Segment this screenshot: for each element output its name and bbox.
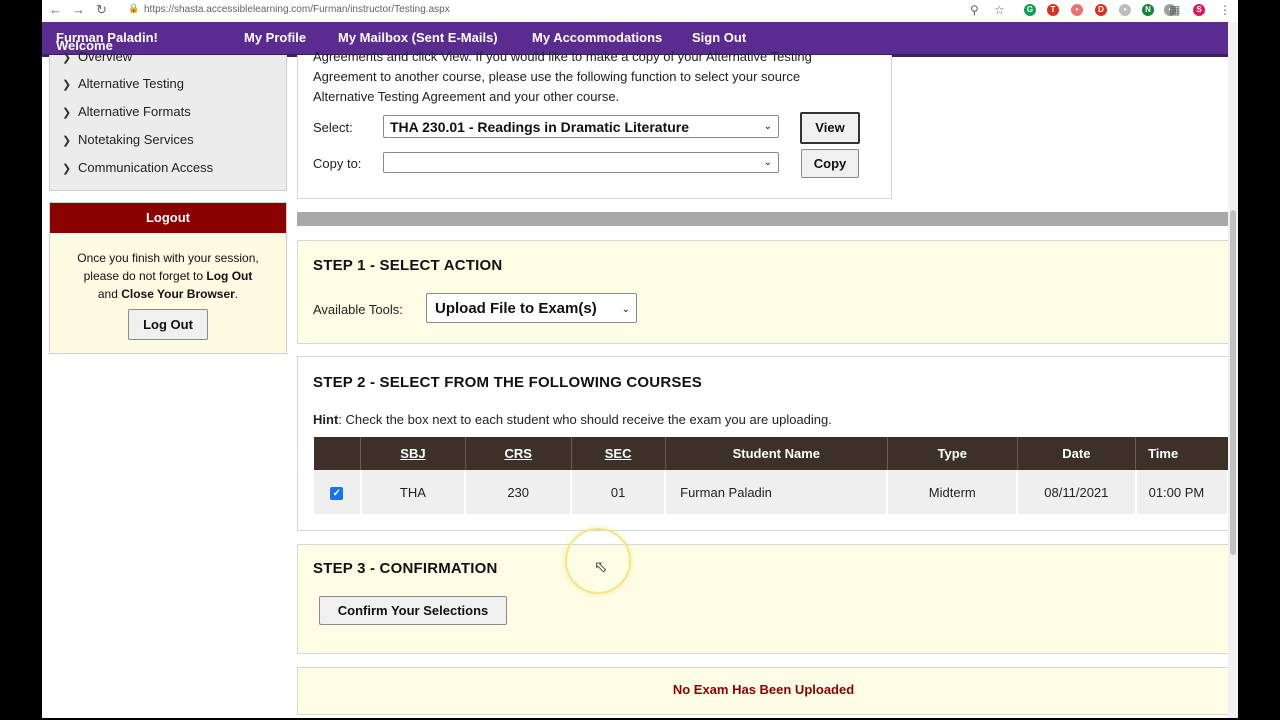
nav-my-profile[interactable]: My Profile bbox=[244, 30, 306, 45]
extension-doc-icon[interactable]: • bbox=[1119, 4, 1131, 16]
chevron-right-icon: ❯ bbox=[62, 163, 72, 175]
extensions-puzzle-icon[interactable]: ▦ bbox=[1169, 3, 1180, 17]
sidebar-menu: ❯ Overview ❯ Alternative Testing ❯ Alternat… bbox=[49, 49, 287, 191]
upload-status-panel: No Exam Has Been Uploaded bbox=[297, 667, 1229, 715]
sidebar-item-alternative-formats[interactable]: ❯ Alternative Formats bbox=[62, 104, 191, 119]
logout-message: Once you finish with your session, pleas… bbox=[77, 251, 259, 301]
chevron-right-icon: ❯ bbox=[62, 79, 72, 91]
section-divider bbox=[297, 212, 1228, 226]
sidebar-item-communication-access[interactable]: ❯ Communication Access bbox=[62, 160, 213, 175]
courses-table: SBJ CRS SEC Student Name Type Date Time … bbox=[314, 437, 1230, 514]
copy-to-label: Copy to: bbox=[313, 156, 362, 171]
hint-text: Hint: Check the box next to each student… bbox=[313, 412, 832, 427]
browser-window: ← → ↻ 🔒 https://shasta.accessiblelearnin… bbox=[42, 0, 1238, 718]
scrollbar-thumb[interactable] bbox=[1230, 210, 1236, 555]
cell-crs: 230 bbox=[465, 470, 573, 514]
cell-type: Midterm bbox=[887, 470, 1019, 514]
mouse-pointer-icon: ⬁ bbox=[594, 559, 608, 576]
chevron-right-icon: ❯ bbox=[62, 107, 72, 119]
nav-sign-out[interactable]: Sign Out bbox=[692, 30, 746, 45]
available-tools-label: Available Tools: bbox=[313, 302, 403, 317]
column-header-select bbox=[314, 437, 362, 470]
browser-menu-icon[interactable]: ⋮ bbox=[1219, 3, 1231, 17]
cell-time: 01:00 PM bbox=[1135, 470, 1230, 514]
sidebar-item-alternative-testing[interactable]: ❯ Alternative Testing bbox=[62, 76, 184, 91]
confirm-selections-button[interactable]: Confirm Your Selections bbox=[319, 596, 507, 625]
chevron-down-icon: ⌄ bbox=[763, 121, 772, 132]
step1-panel: STEP 1 - SELECT ACTION Available Tools: … bbox=[297, 240, 1229, 344]
source-agreement-select[interactable]: THA 230.01 - Readings in Dramatic Litera… bbox=[383, 115, 779, 138]
copy-button[interactable]: Copy bbox=[801, 149, 859, 178]
column-header-time: Time bbox=[1135, 437, 1229, 470]
row-checkbox-checked[interactable]: ✓ bbox=[330, 487, 344, 500]
extension-dp-icon[interactable]: D bbox=[1095, 4, 1107, 16]
agreement-instructions: Agreements and click View. If you would … bbox=[313, 49, 812, 104]
forward-icon[interactable]: → bbox=[72, 2, 85, 17]
column-header-sec[interactable]: SEC bbox=[571, 437, 666, 470]
view-button[interactable]: View bbox=[800, 112, 860, 144]
logout-panel: Logout Once you finish with your session… bbox=[49, 202, 287, 354]
sidebar-item-overview[interactable]: ❯ Overview bbox=[62, 49, 132, 64]
profile-avatar[interactable]: S bbox=[1193, 4, 1205, 16]
step2-panel: STEP 2 - SELECT FROM THE FOLLOWING COURS… bbox=[297, 356, 1230, 531]
column-header-sbj[interactable]: SBJ bbox=[360, 437, 466, 470]
sidebar-item-notetaking-services[interactable]: ❯ Notetaking Services bbox=[62, 132, 194, 147]
address-bar[interactable]: https://shasta.accessiblelearning.com/Fu… bbox=[144, 4, 450, 15]
log-out-button[interactable]: Log Out bbox=[128, 309, 208, 340]
column-header-date: Date bbox=[1017, 437, 1137, 470]
chevron-down-icon: ⌄ bbox=[763, 157, 772, 168]
cell-date: 08/11/2021 bbox=[1017, 470, 1137, 514]
extension-g-icon[interactable]: G bbox=[1024, 4, 1036, 16]
chevron-down-icon: ⌄ bbox=[621, 304, 630, 315]
lock-icon: 🔒 bbox=[128, 3, 140, 13]
chevron-right-icon: ❯ bbox=[62, 52, 72, 64]
cell-student-name: Furman Paladin bbox=[665, 470, 889, 514]
upload-status-message: No Exam Has Been Uploaded bbox=[672, 682, 855, 697]
step3-title: STEP 3 - CONFIRMATION bbox=[313, 560, 498, 577]
bookmark-star-icon[interactable]: ☆ bbox=[994, 3, 1005, 17]
zoom-icon[interactable]: ⚲ bbox=[970, 3, 979, 17]
step3-panel: STEP 3 - CONFIRMATION Confirm Your Selec… bbox=[297, 544, 1229, 654]
logout-header: Logout bbox=[50, 203, 286, 233]
table-row: ✓ THA 230 01 Furman Paladin Midterm 08/1… bbox=[314, 470, 1230, 514]
row-select-cell: ✓ bbox=[314, 470, 362, 514]
extension-tp-icon[interactable]: T bbox=[1047, 4, 1059, 16]
table-header-row: SBJ CRS SEC Student Name Type Date Time bbox=[314, 437, 1229, 470]
select-label: Select: bbox=[313, 120, 353, 135]
cell-sbj: THA bbox=[360, 470, 467, 514]
agreement-panel: Agreements and click View. If you would … bbox=[297, 49, 892, 199]
chevron-right-icon: ❯ bbox=[62, 135, 72, 147]
available-tools-select[interactable]: Upload File to Exam(s) ⌄ bbox=[426, 293, 637, 323]
welcome-text: Welcome Furman Paladin! bbox=[56, 30, 158, 53]
nav-my-mailbox[interactable]: My Mailbox (Sent E-Mails) bbox=[338, 30, 498, 45]
copy-to-select[interactable]: ⌄ bbox=[383, 152, 779, 173]
step2-title: STEP 2 - SELECT FROM THE FOLLOWING COURS… bbox=[313, 374, 702, 391]
cell-sec: 01 bbox=[571, 470, 667, 514]
browser-toolbar: ← → ↻ 🔒 https://shasta.accessiblelearnin… bbox=[42, 0, 1238, 23]
nav-my-accommodations[interactable]: My Accommodations bbox=[532, 30, 662, 45]
extension-pink-icon[interactable]: • bbox=[1071, 4, 1083, 16]
column-header-type: Type bbox=[887, 437, 1018, 470]
reload-icon[interactable]: ↻ bbox=[96, 2, 107, 18]
back-icon[interactable]: ← bbox=[49, 2, 62, 17]
extension-n-icon[interactable]: N bbox=[1142, 4, 1154, 16]
column-header-crs[interactable]: CRS bbox=[465, 437, 572, 470]
step1-title: STEP 1 - SELECT ACTION bbox=[313, 257, 503, 274]
column-header-student-name: Student Name bbox=[665, 437, 888, 470]
